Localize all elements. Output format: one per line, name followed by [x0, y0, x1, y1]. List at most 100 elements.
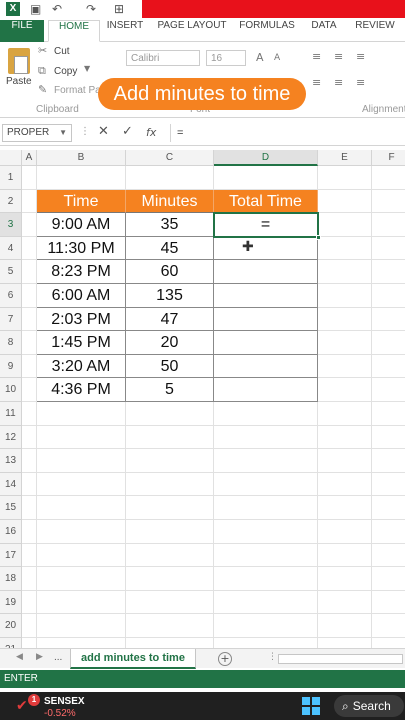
- column-header-f[interactable]: F: [372, 150, 405, 166]
- grid-cell[interactable]: [372, 284, 405, 308]
- tab-file[interactable]: FILE: [0, 20, 44, 42]
- row-header-4[interactable]: 4: [0, 236, 22, 261]
- table-cell[interactable]: [214, 236, 318, 261]
- grid-cell[interactable]: [318, 520, 372, 544]
- align-right-icon[interactable]: ≡: [356, 76, 365, 89]
- grid-cell[interactable]: [37, 425, 126, 450]
- grid-cell[interactable]: [372, 614, 405, 638]
- table-cell[interactable]: 2:03 PM: [37, 307, 126, 332]
- grid-cell[interactable]: [126, 590, 214, 615]
- table-cell[interactable]: 20: [126, 331, 214, 355]
- align-bottom-icon[interactable]: ≡: [356, 50, 365, 63]
- grid-cell[interactable]: [37, 614, 126, 638]
- grid-cell[interactable]: [22, 189, 37, 214]
- increase-font-icon[interactable]: A: [256, 51, 264, 64]
- grid-cell[interactable]: [126, 449, 214, 473]
- formula-input[interactable]: =: [170, 124, 403, 142]
- format-painter-icon[interactable]: ✎: [38, 83, 47, 96]
- grid-cell[interactable]: [372, 473, 405, 497]
- grid-cell[interactable]: [126, 520, 214, 544]
- table-cell[interactable]: 35: [126, 213, 214, 237]
- grid-cell[interactable]: [126, 166, 214, 190]
- row-header-17[interactable]: 17: [0, 543, 22, 568]
- row-header-9[interactable]: 9: [0, 354, 22, 379]
- grid-cell[interactable]: [126, 614, 214, 638]
- grid-cell[interactable]: [318, 354, 372, 379]
- grid-cell[interactable]: [372, 213, 405, 237]
- paste-icon[interactable]: [8, 48, 30, 74]
- grid-cell[interactable]: [214, 614, 318, 638]
- grid-cell[interactable]: [214, 425, 318, 450]
- grid-cell[interactable]: [22, 331, 37, 355]
- cancel-icon[interactable]: ✕: [98, 124, 109, 139]
- windows-start-icon[interactable]: [302, 697, 320, 715]
- grid-cell[interactable]: [37, 402, 126, 426]
- column-header-c[interactable]: C: [126, 150, 214, 166]
- name-box-dropdown-icon[interactable]: ▼: [59, 125, 67, 141]
- table-header-cell[interactable]: Time: [37, 189, 126, 214]
- enter-icon[interactable]: ✓: [122, 124, 133, 139]
- grid-cell[interactable]: [37, 496, 126, 520]
- cut-button[interactable]: Cut: [54, 46, 70, 57]
- table-cell[interactable]: [214, 260, 318, 284]
- grid-cell[interactable]: [22, 449, 37, 473]
- grid-cell[interactable]: [372, 567, 405, 591]
- row-header-18[interactable]: 18: [0, 567, 22, 591]
- paste-button[interactable]: Paste: [6, 76, 32, 87]
- grid-cell[interactable]: [22, 307, 37, 332]
- grid-cell[interactable]: [22, 213, 37, 237]
- table-cell[interactable]: [214, 331, 318, 355]
- grid-cell[interactable]: [214, 449, 318, 473]
- scroll-sheets-right-icon[interactable]: ▶: [36, 652, 43, 662]
- grid-cell[interactable]: [372, 402, 405, 426]
- table-cell[interactable]: 11:30 PM: [37, 236, 126, 261]
- grid-cell[interactable]: [214, 520, 318, 544]
- grid-cell[interactable]: [318, 378, 372, 402]
- grid-cell[interactable]: [318, 472, 372, 497]
- grid-cell[interactable]: [37, 166, 126, 190]
- grid-cell[interactable]: [22, 260, 37, 284]
- align-center-icon[interactable]: ≡: [334, 76, 343, 89]
- tab-page-layout[interactable]: PAGE LAYOUT: [154, 20, 230, 42]
- table-cell[interactable]: 9:00 AM: [37, 213, 126, 237]
- grid-cell[interactable]: [318, 590, 372, 615]
- grid-cell[interactable]: [318, 543, 372, 568]
- table-cell[interactable]: 45: [126, 236, 214, 261]
- table-cell[interactable]: [214, 307, 318, 332]
- table-header-cell[interactable]: Minutes: [126, 189, 214, 214]
- grid-cell[interactable]: [22, 472, 37, 497]
- grid-cell[interactable]: [126, 402, 214, 426]
- grid-cell[interactable]: [318, 236, 372, 261]
- align-top-icon[interactable]: ≡: [312, 50, 321, 63]
- grid-cell[interactable]: [372, 355, 405, 379]
- row-header-13[interactable]: 13: [0, 449, 22, 473]
- grid-cell[interactable]: [126, 425, 214, 450]
- grid-cell[interactable]: [22, 236, 37, 261]
- grid-cell[interactable]: [22, 590, 37, 615]
- table-cell[interactable]: [214, 378, 318, 402]
- row-header-12[interactable]: 12: [0, 425, 22, 450]
- new-sheet-icon[interactable]: +: [218, 652, 232, 666]
- grid-cell[interactable]: [372, 308, 405, 332]
- grid-cell[interactable]: [318, 284, 372, 308]
- row-header-5[interactable]: 5: [0, 260, 22, 284]
- table-header-cell[interactable]: Total Time: [214, 189, 318, 214]
- sheet-tab-active[interactable]: add minutes to time: [70, 649, 196, 669]
- grid-cell[interactable]: [372, 331, 405, 355]
- grid-cell[interactable]: [22, 166, 37, 190]
- grid-cell[interactable]: [318, 496, 372, 520]
- grid-cell[interactable]: [214, 166, 318, 190]
- font-name-box[interactable]: Calibri: [126, 50, 200, 66]
- grid-cell[interactable]: [37, 449, 126, 473]
- copy-dropdown-icon[interactable]: ▼: [84, 64, 90, 73]
- grid-cell[interactable]: [372, 520, 405, 544]
- grid-cell[interactable]: [126, 472, 214, 497]
- row-header-19[interactable]: 19: [0, 590, 22, 615]
- grid-cell[interactable]: [37, 472, 126, 497]
- grid-cell[interactable]: [372, 544, 405, 568]
- grid-cell[interactable]: [318, 213, 372, 237]
- grid-cell[interactable]: [126, 543, 214, 568]
- grid-cell[interactable]: [372, 496, 405, 520]
- grid-cell[interactable]: [214, 472, 318, 497]
- table-cell[interactable]: 8:23 PM: [37, 260, 126, 284]
